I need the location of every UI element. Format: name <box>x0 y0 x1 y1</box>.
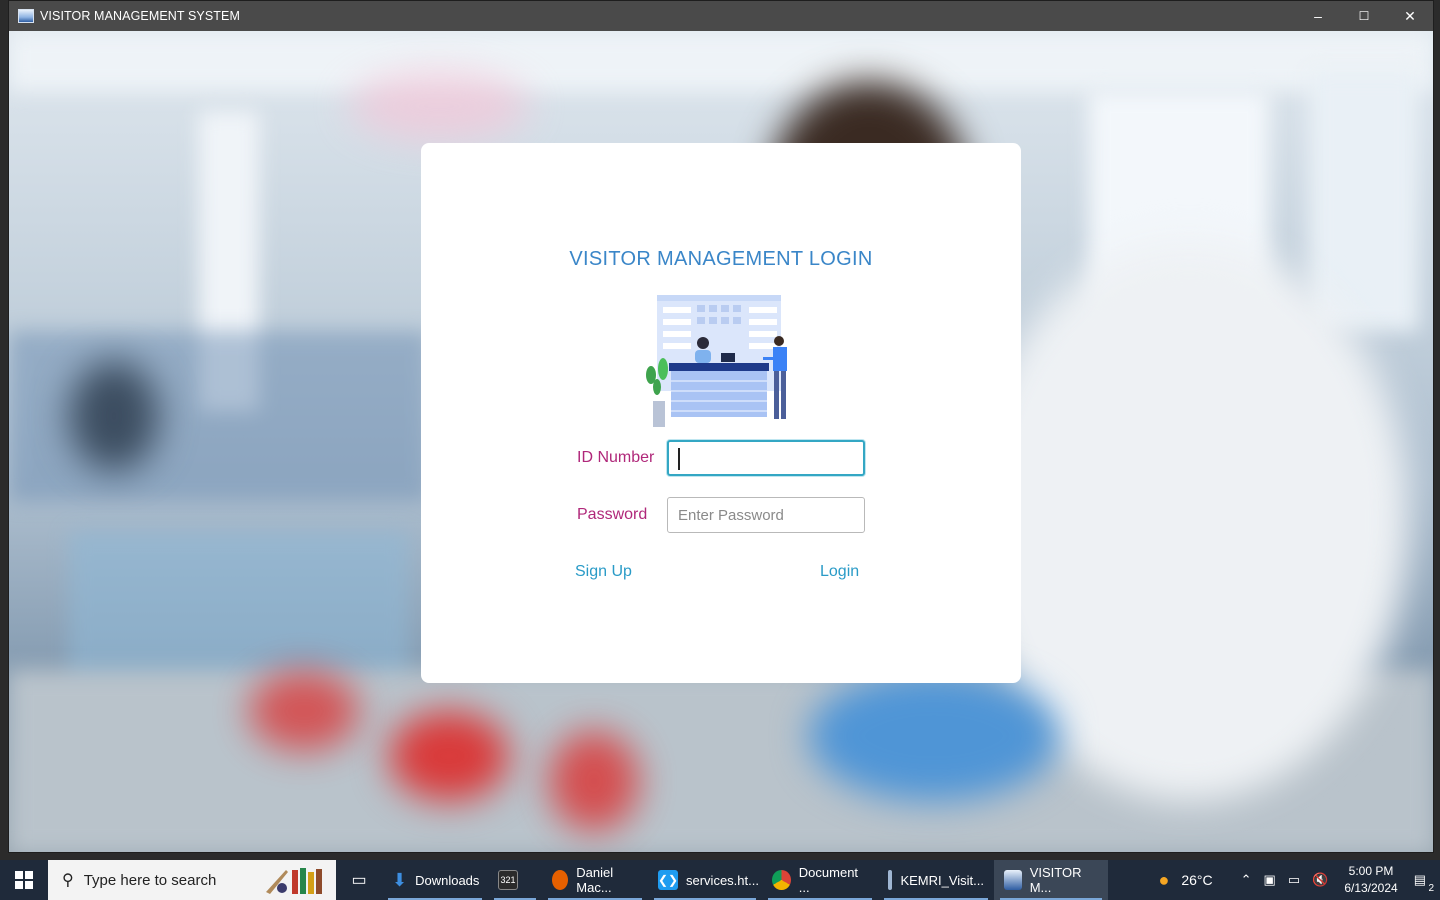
taskbar-app-label: VISITOR M... <box>1029 865 1082 895</box>
taskbar-app-label: KEMRI_Visit... <box>900 872 984 888</box>
taskbar-app-label: Downloads <box>415 872 480 888</box>
calendar-icon: 321 <box>498 870 518 890</box>
windows-logo-icon <box>15 871 33 889</box>
clock-date: 6/13/2024 <box>1344 881 1398 895</box>
clock-time: 5:00 PM <box>1348 864 1394 878</box>
taskbar-app-label: services.ht... <box>686 872 759 888</box>
taskbar-app-label: Document ... <box>798 865 859 895</box>
weather-icon[interactable]: ● <box>1158 870 1169 891</box>
taskbar: ⚲ Type here to search ▭ ⬇ Downloads 321 … <box>0 860 1440 900</box>
taskbar-app-visitor-management[interactable]: VISITOR M... <box>994 860 1108 900</box>
window-controls: – ☐ ✕ <box>1295 1 1433 31</box>
app-window: VISITOR MANAGEMENT SYSTEM – ☐ ✕ VISITOR … <box>8 0 1434 853</box>
reception-illustration-icon <box>646 295 787 427</box>
taskbar-app-downloads[interactable]: ⬇ Downloads <box>382 860 488 900</box>
firefox-icon <box>552 870 569 890</box>
task-view-icon[interactable]: ▭ <box>336 860 382 900</box>
volume-muted-icon[interactable]: 🔇 <box>1312 872 1328 888</box>
chrome-icon <box>772 870 791 890</box>
taskbar-app-vscode[interactable]: ❮❯ services.ht... <box>648 860 762 900</box>
window-title: VISITOR MANAGEMENT SYSTEM <box>40 9 240 23</box>
vscode-icon: ❮❯ <box>658 870 678 890</box>
id-number-label: ID Number <box>577 449 655 466</box>
id-number-input[interactable] <box>667 440 865 476</box>
taskbar-search-placeholder: Type here to search <box>83 871 217 889</box>
cube-icon <box>888 870 893 890</box>
taskbar-app-label: Daniel Mac... <box>576 865 614 895</box>
download-icon: ⬇ <box>392 869 408 890</box>
java-app-icon <box>1004 870 1022 890</box>
app-icon <box>18 9 34 23</box>
maximize-button[interactable]: ☐ <box>1341 1 1387 31</box>
sign-up-link[interactable]: Sign Up <box>575 563 632 581</box>
password-label: Password <box>577 506 648 523</box>
search-highlight-icon <box>266 868 322 894</box>
login-card: VISITOR MANAGEMENT LOGIN ID Number Passw… <box>421 143 1021 683</box>
chevron-up-icon[interactable]: ⌃ <box>1241 872 1252 888</box>
text-caret <box>678 448 680 470</box>
start-button[interactable] <box>0 860 48 900</box>
login-button[interactable]: Login <box>820 563 859 581</box>
close-button[interactable]: ✕ <box>1387 1 1433 31</box>
taskbar-app-kemri[interactable]: KEMRI_Visit... <box>878 860 994 900</box>
notifications-icon[interactable]: ▤ 2 <box>1414 872 1434 894</box>
password-input[interactable] <box>667 497 865 533</box>
taskbar-app-chrome[interactable]: Document ... <box>762 860 878 900</box>
taskbar-app-firefox[interactable]: Daniel Mac... <box>542 860 648 900</box>
weather-temperature[interactable]: 26°C <box>1181 872 1212 888</box>
search-icon: ⚲ <box>62 872 74 889</box>
login-heading: VISITOR MANAGEMENT LOGIN <box>569 248 873 270</box>
notification-count: 2 <box>1428 883 1434 894</box>
meet-now-icon[interactable]: ▣ <box>1264 872 1276 888</box>
system-tray: ● 26°C ⌃ ▣ ▭ 🔇 5:00 PM 6/13/2024 ▤ 2 <box>1152 860 1440 900</box>
taskbar-app-calendar[interactable]: 321 <box>488 860 542 900</box>
minimize-button[interactable]: – <box>1295 1 1341 31</box>
clock[interactable]: 5:00 PM 6/13/2024 <box>1344 863 1397 897</box>
taskbar-search-box[interactable]: ⚲ Type here to search <box>48 860 336 900</box>
network-icon[interactable]: ▭ <box>1288 872 1300 888</box>
title-bar: VISITOR MANAGEMENT SYSTEM – ☐ ✕ <box>9 1 1433 31</box>
